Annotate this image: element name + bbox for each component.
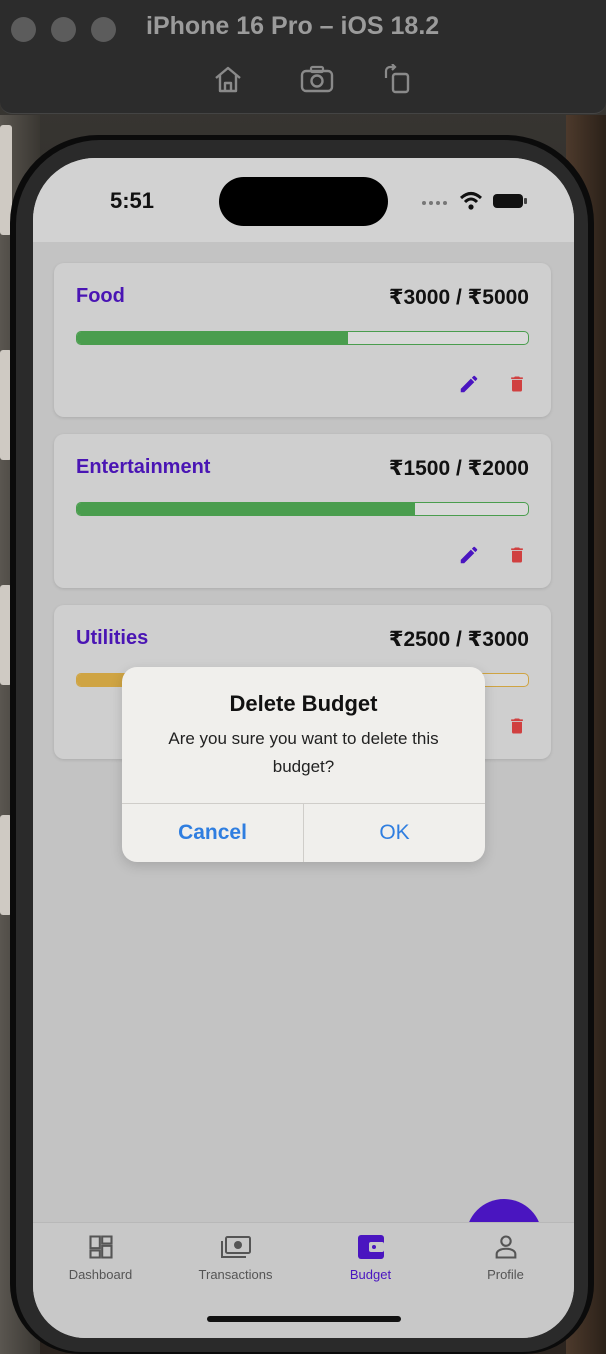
wallet-icon — [357, 1235, 384, 1259]
money-icon — [220, 1236, 251, 1258]
budget-progress-bar — [76, 331, 529, 345]
dynamic-island — [219, 177, 388, 226]
status-bar: 5:51 — [33, 158, 574, 242]
budget-amount: ₹2500 / ₹3000 — [388, 628, 529, 651]
dashboard-icon — [88, 1235, 113, 1259]
ok-button[interactable]: OK — [304, 804, 485, 862]
tab-label: Transactions — [198, 1267, 273, 1282]
edit-icon — [460, 375, 478, 393]
zoom-window-button[interactable] — [91, 17, 116, 42]
tab-dashboard[interactable]: Dashboard — [33, 1233, 168, 1293]
rotate-icon — [384, 64, 410, 94]
delete-budget-button[interactable] — [504, 542, 530, 568]
budget-progress-fill — [77, 503, 416, 515]
trash-icon — [511, 547, 523, 563]
dialog-message: Are you sure you want to delete this bud… — [168, 729, 439, 776]
edit-budget-button[interactable] — [456, 542, 482, 568]
minimize-window-button[interactable] — [51, 17, 76, 42]
edit-icon — [460, 546, 478, 564]
delete-confirm-dialog: Delete Budget Are you sure you want to d… — [122, 667, 485, 862]
status-time: 5:51 — [110, 188, 155, 213]
wifi-icon — [460, 192, 483, 210]
person-icon — [495, 1235, 516, 1259]
home-icon — [215, 66, 241, 93]
home-button[interactable] — [211, 62, 245, 96]
budget-category: Food — [76, 285, 125, 307]
budget-amount: ₹3000 / ₹5000 — [388, 286, 529, 309]
trash-icon — [511, 376, 523, 392]
tab-profile[interactable]: Profile — [438, 1233, 573, 1293]
simulator-title-bar: iPhone 16 Pro – iOS 18.2 — [0, 0, 606, 114]
tab-label: Dashboard — [68, 1267, 133, 1282]
screenshot-button[interactable] — [300, 62, 334, 96]
close-window-button[interactable] — [11, 17, 36, 42]
edit-budget-button[interactable] — [456, 371, 482, 397]
delete-budget-button[interactable] — [504, 371, 530, 397]
cancel-button[interactable]: Cancel — [122, 804, 303, 862]
budget-category: Utilities — [76, 627, 149, 649]
home-indicator — [207, 1316, 401, 1322]
trash-icon — [511, 718, 523, 734]
tab-label: Budget — [349, 1267, 392, 1282]
budget-progress-bar — [76, 502, 529, 516]
screenshot-icon — [300, 65, 334, 93]
phone-screen: 5:51 Food ₹3000 / ₹5000 Entertainment ₹1… — [33, 158, 574, 1338]
signal-icon — [422, 201, 447, 205]
budget-progress-fill — [77, 332, 348, 344]
tab-budget[interactable]: Budget — [303, 1233, 438, 1293]
delete-budget-button[interactable] — [504, 713, 530, 739]
rotate-button[interactable] — [380, 62, 414, 96]
battery-icon — [492, 194, 527, 208]
budget-card[interactable]: Entertainment ₹1500 / ₹2000 — [54, 434, 551, 588]
budget-amount: ₹1500 / ₹2000 — [388, 457, 529, 480]
tab-transactions[interactable]: Transactions — [168, 1233, 303, 1293]
status-icons — [421, 191, 528, 211]
simulator-title: iPhone 16 Pro – iOS 18.2 — [146, 12, 440, 40]
dialog-title: Delete Budget — [229, 691, 378, 716]
budget-card[interactable]: Food ₹3000 / ₹5000 — [54, 263, 551, 417]
budget-category: Entertainment — [76, 456, 211, 478]
tab-label: Profile — [487, 1267, 524, 1282]
